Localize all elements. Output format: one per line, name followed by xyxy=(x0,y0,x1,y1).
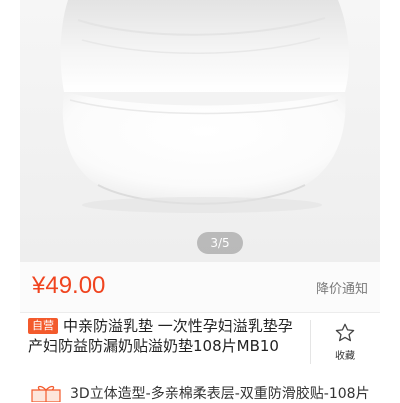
product-title-block: 自营 中亲防溢乳垫 一次性孕妇溢乳垫孕产妇防益防漏奶贴溢奶垫108片MB10 xyxy=(28,316,300,356)
price-drop-notice-button[interactable]: 降价通知 xyxy=(316,278,368,297)
star-outline-icon xyxy=(335,323,355,342)
self-operated-badge: 自营 xyxy=(28,318,58,334)
promo-text: 3D立体造型-多亲棉柔表层-双重防滑胶贴-108片 xyxy=(70,386,370,402)
product-title-text: 中亲防溢乳垫 一次性孕妇溢乳垫孕产妇防益防漏奶贴溢奶垫108片MB10 xyxy=(28,317,293,355)
promo-row: 3D立体造型-多亲棉柔表层-双重防滑胶贴-108片 xyxy=(28,384,380,402)
product-price: ¥49.00 xyxy=(32,272,106,299)
price-bar: ¥49.00 降价通知 xyxy=(20,262,380,312)
divider xyxy=(20,312,380,313)
image-counter: 3/5 xyxy=(197,232,243,254)
gift-icon xyxy=(31,385,61,402)
product-image-carousel[interactable]: 3/5 xyxy=(20,0,380,262)
favorite-divider xyxy=(310,320,311,364)
product-title: 自营 中亲防溢乳垫 一次性孕妇溢乳垫孕产妇防益防漏奶贴溢奶垫108片MB10 xyxy=(28,316,300,356)
nursing-pad-photo xyxy=(20,0,380,262)
favorite-label: 收藏 xyxy=(335,351,355,362)
favorite-button[interactable]: 收藏 xyxy=(322,320,368,368)
